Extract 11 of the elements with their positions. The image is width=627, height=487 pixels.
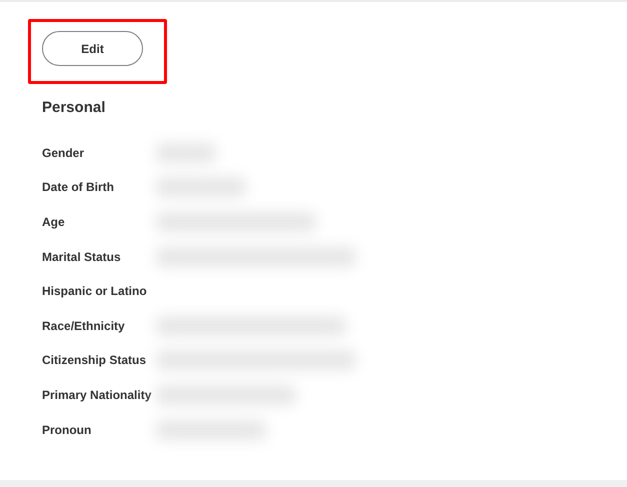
field-label: Date of Birth <box>42 179 115 196</box>
field-label: Race/Ethnicity <box>42 318 126 335</box>
field-label: Age <box>42 214 66 231</box>
field-label: Citizenship Status <box>42 352 148 370</box>
field-label: Hispanic or Latino <box>42 283 148 300</box>
field-label: Pronoun <box>42 422 92 439</box>
edit-button[interactable]: Edit <box>42 31 143 66</box>
field-label: Gender <box>42 144 86 162</box>
field-label: Marital Status <box>42 248 122 266</box>
field-label: Primary Nationality <box>42 386 152 404</box>
section-title: Personal <box>42 98 106 118</box>
